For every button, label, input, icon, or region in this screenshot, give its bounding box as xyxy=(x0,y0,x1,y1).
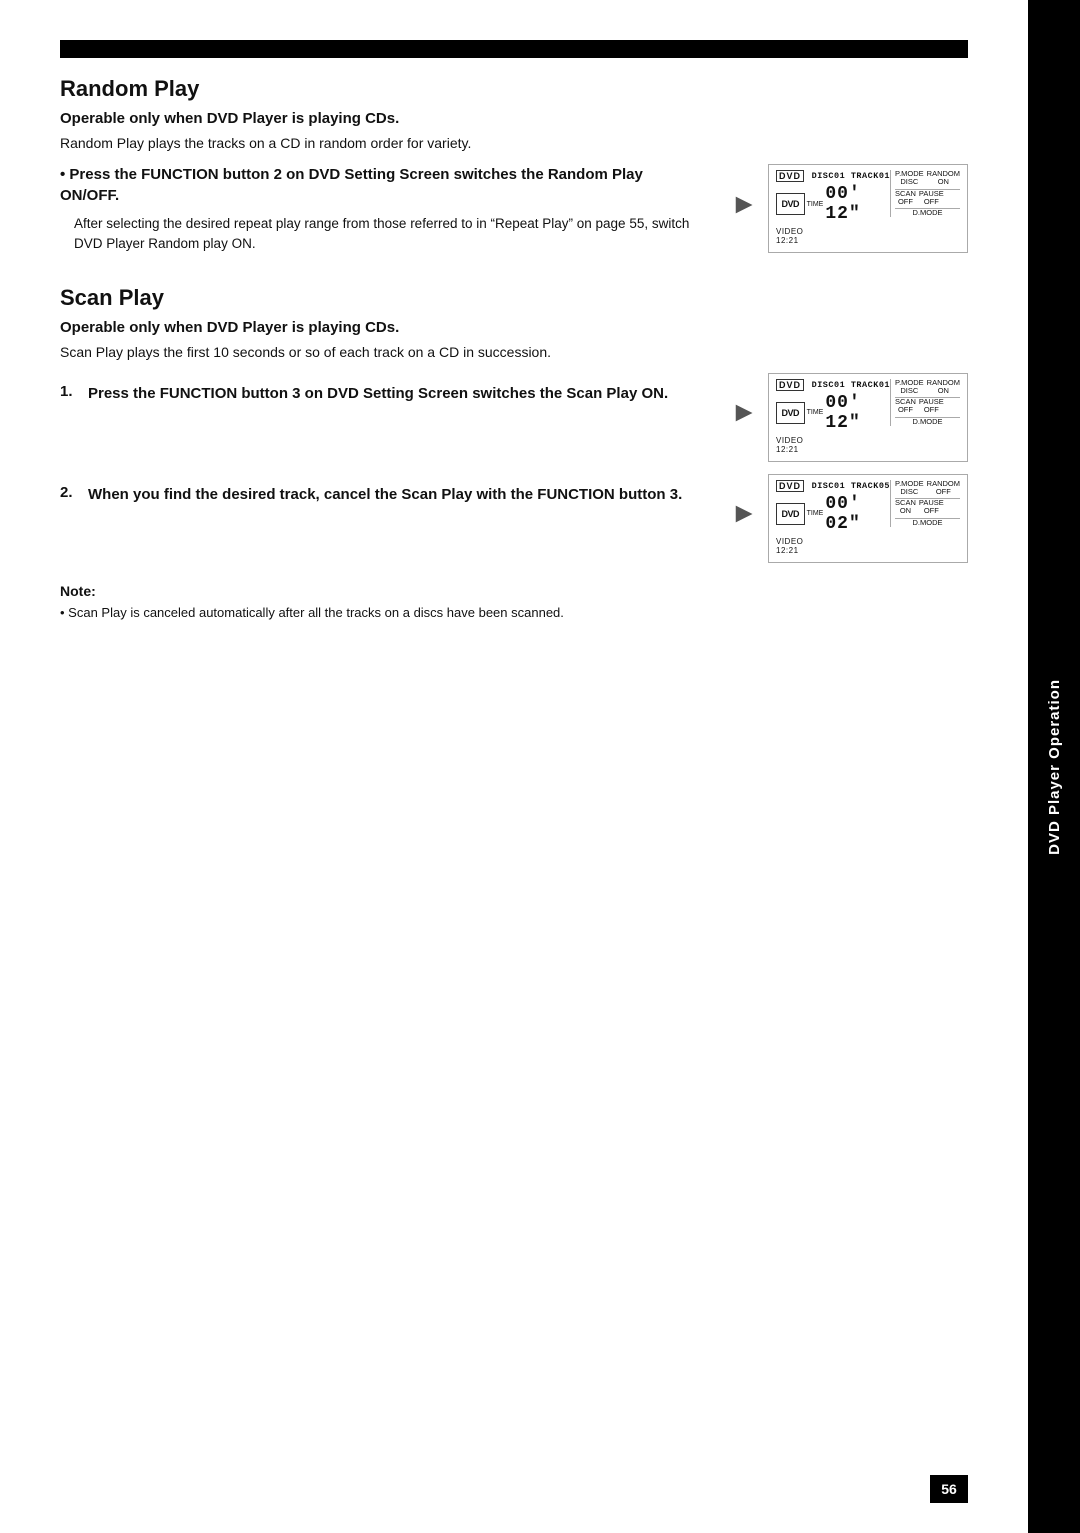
display-screen-2: DVD DISC01 TRACK01 DVD TIME 00' 12" VIDE… xyxy=(768,373,968,462)
video-label-2: VIDEO12:21 xyxy=(776,436,803,454)
step1-text: Press the FUNCTION button 3 on DVD Setti… xyxy=(88,383,700,404)
scan-cell-3: SCANON xyxy=(895,499,916,516)
step1-content: Press the FUNCTION button 3 on DVD Setti… xyxy=(88,383,700,404)
time-display-2: 00' 12" xyxy=(825,393,890,433)
scan-play-step2-left: 2. When you find the desired track, canc… xyxy=(60,474,700,523)
display-top-row-2: DVD DISC01 TRACK01 DVD TIME 00' 12" VIDE… xyxy=(776,379,960,454)
random-play-bullet-detail: After selecting the desired repeat play … xyxy=(74,214,700,255)
pause-cell-2: PAUSEOFF xyxy=(919,398,944,415)
random-play-title: Random Play xyxy=(60,76,968,102)
dvd-label-1: DVD xyxy=(776,170,804,182)
random-play-bullet-left: Press the FUNCTION button 2 on DVD Setti… xyxy=(60,164,700,261)
note-text: Scan Play is canceled automatically afte… xyxy=(60,603,968,623)
track-info-3: DISC01 TRACK05 xyxy=(812,481,890,491)
main-content: Random Play Operable only when DVD Playe… xyxy=(0,0,1028,1533)
video-label-3: VIDEO12:21 xyxy=(776,537,803,555)
display-top-row-3: DVD DISC01 TRACK05 DVD TIME 00' 02" VIDE… xyxy=(776,480,960,555)
pmode-cell-3: P.MODEDISC xyxy=(895,480,924,497)
random-play-section: Random Play Operable only when DVD Playe… xyxy=(60,76,968,261)
random-play-bullet-row: Press the FUNCTION button 2 on DVD Setti… xyxy=(60,164,968,261)
page-wrapper: Random Play Operable only when DVD Playe… xyxy=(0,0,1080,1533)
pmode-cell-2: P.MODEDISC xyxy=(895,379,924,396)
side-tab: DVD Player Operation xyxy=(1028,0,1080,1533)
scan-play-title: Scan Play xyxy=(60,285,968,311)
step2-number: 2. xyxy=(60,484,84,505)
scan-play-display-1: ► DVD DISC01 TRACK01 DVD TIME xyxy=(730,373,968,462)
step2-content: When you find the desired track, cancel … xyxy=(88,484,700,505)
right-panel-1: P.MODEDISC RANDOMON SCANOFF PAUSEOFF D.M… xyxy=(890,170,960,217)
dmode-cell-1: D.MODE xyxy=(895,208,960,217)
random-cell-3: RANDOMOFF xyxy=(927,480,960,497)
arrow-icon-2: ► xyxy=(730,396,758,428)
right-panel-3: P.MODEDISC RANDOMOFF SCANON PAUSEOFF D.M… xyxy=(890,480,960,527)
random-play-intro: Random Play plays the tracks on a CD in … xyxy=(60,133,968,154)
display-screen-3: DVD DISC01 TRACK05 DVD TIME 00' 02" VIDE… xyxy=(768,474,968,563)
pmode-cell-1: P.MODEDISC xyxy=(895,170,924,187)
track-info-2: DISC01 TRACK01 xyxy=(812,380,890,390)
display-screen-1: DVD DISC01 TRACK01 DVD TIME 00' 12" VIDE… xyxy=(768,164,968,253)
dmode-cell-3: D.MODE xyxy=(895,518,960,527)
random-cell-1: RANDOMON xyxy=(927,170,960,187)
dvd-label-2: DVD xyxy=(776,379,804,391)
track-info-1: DISC01 TRACK01 xyxy=(812,171,890,181)
scan-play-display-2: ► DVD DISC01 TRACK05 DVD TIME xyxy=(730,474,968,563)
scan-cell-2: SCANOFF xyxy=(895,398,916,415)
top-bar xyxy=(60,40,968,58)
dvd-logo-2: DVD xyxy=(776,402,805,424)
random-play-subheading: Operable only when DVD Player is playing… xyxy=(60,110,968,127)
side-tab-text: DVD Player Operation xyxy=(1046,679,1063,855)
scan-play-subheading: Operable only when DVD Player is playing… xyxy=(60,319,968,336)
random-cell-2: RANDOMON xyxy=(927,379,960,396)
dvd-label-3: DVD xyxy=(776,480,804,492)
pause-cell-1: PAUSEOFF xyxy=(919,190,944,207)
note-title: Note: xyxy=(60,583,968,599)
display-top-row-1: DVD DISC01 TRACK01 DVD TIME 00' 12" VIDE… xyxy=(776,170,960,245)
scan-play-step1-left: 1. Press the FUNCTION button 3 on DVD Se… xyxy=(60,373,700,422)
right-panel-2: P.MODEDISC RANDOMON SCANOFF PAUSEOFF D.M… xyxy=(890,379,960,426)
time-display-3: 00' 02" xyxy=(825,494,890,534)
pause-cell-3: PAUSEOFF xyxy=(919,499,944,516)
dvd-logo-3: DVD xyxy=(776,503,805,525)
dmode-cell-2: D.MODE xyxy=(895,417,960,426)
time-display-1: 00' 12" xyxy=(825,184,890,224)
step2-item: 2. When you find the desired track, canc… xyxy=(60,484,700,505)
scan-cell-1: SCANOFF xyxy=(895,190,916,207)
step2-text: When you find the desired track, cancel … xyxy=(88,484,700,505)
arrow-icon: ► xyxy=(730,188,758,220)
video-label-1: VIDEO12:21 xyxy=(776,227,803,245)
scan-play-step1-row: 1. Press the FUNCTION button 3 on DVD Se… xyxy=(60,373,968,462)
random-play-display: ► DVD DISC01 TRACK01 DVD TIME xyxy=(730,164,968,253)
scan-play-intro: Scan Play plays the first 10 seconds or … xyxy=(60,342,968,363)
scan-play-section: Scan Play Operable only when DVD Player … xyxy=(60,285,968,563)
note-section: Note: Scan Play is canceled automaticall… xyxy=(60,583,968,623)
scan-play-step2-row: 2. When you find the desired track, canc… xyxy=(60,474,968,563)
page-number: 56 xyxy=(930,1475,968,1503)
random-play-bullet-heading: Press the FUNCTION button 2 on DVD Setti… xyxy=(60,164,700,206)
arrow-icon-3: ► xyxy=(730,497,758,529)
dvd-logo-1: DVD xyxy=(776,193,805,215)
step1-item: 1. Press the FUNCTION button 3 on DVD Se… xyxy=(60,383,700,404)
step1-number: 1. xyxy=(60,383,84,404)
